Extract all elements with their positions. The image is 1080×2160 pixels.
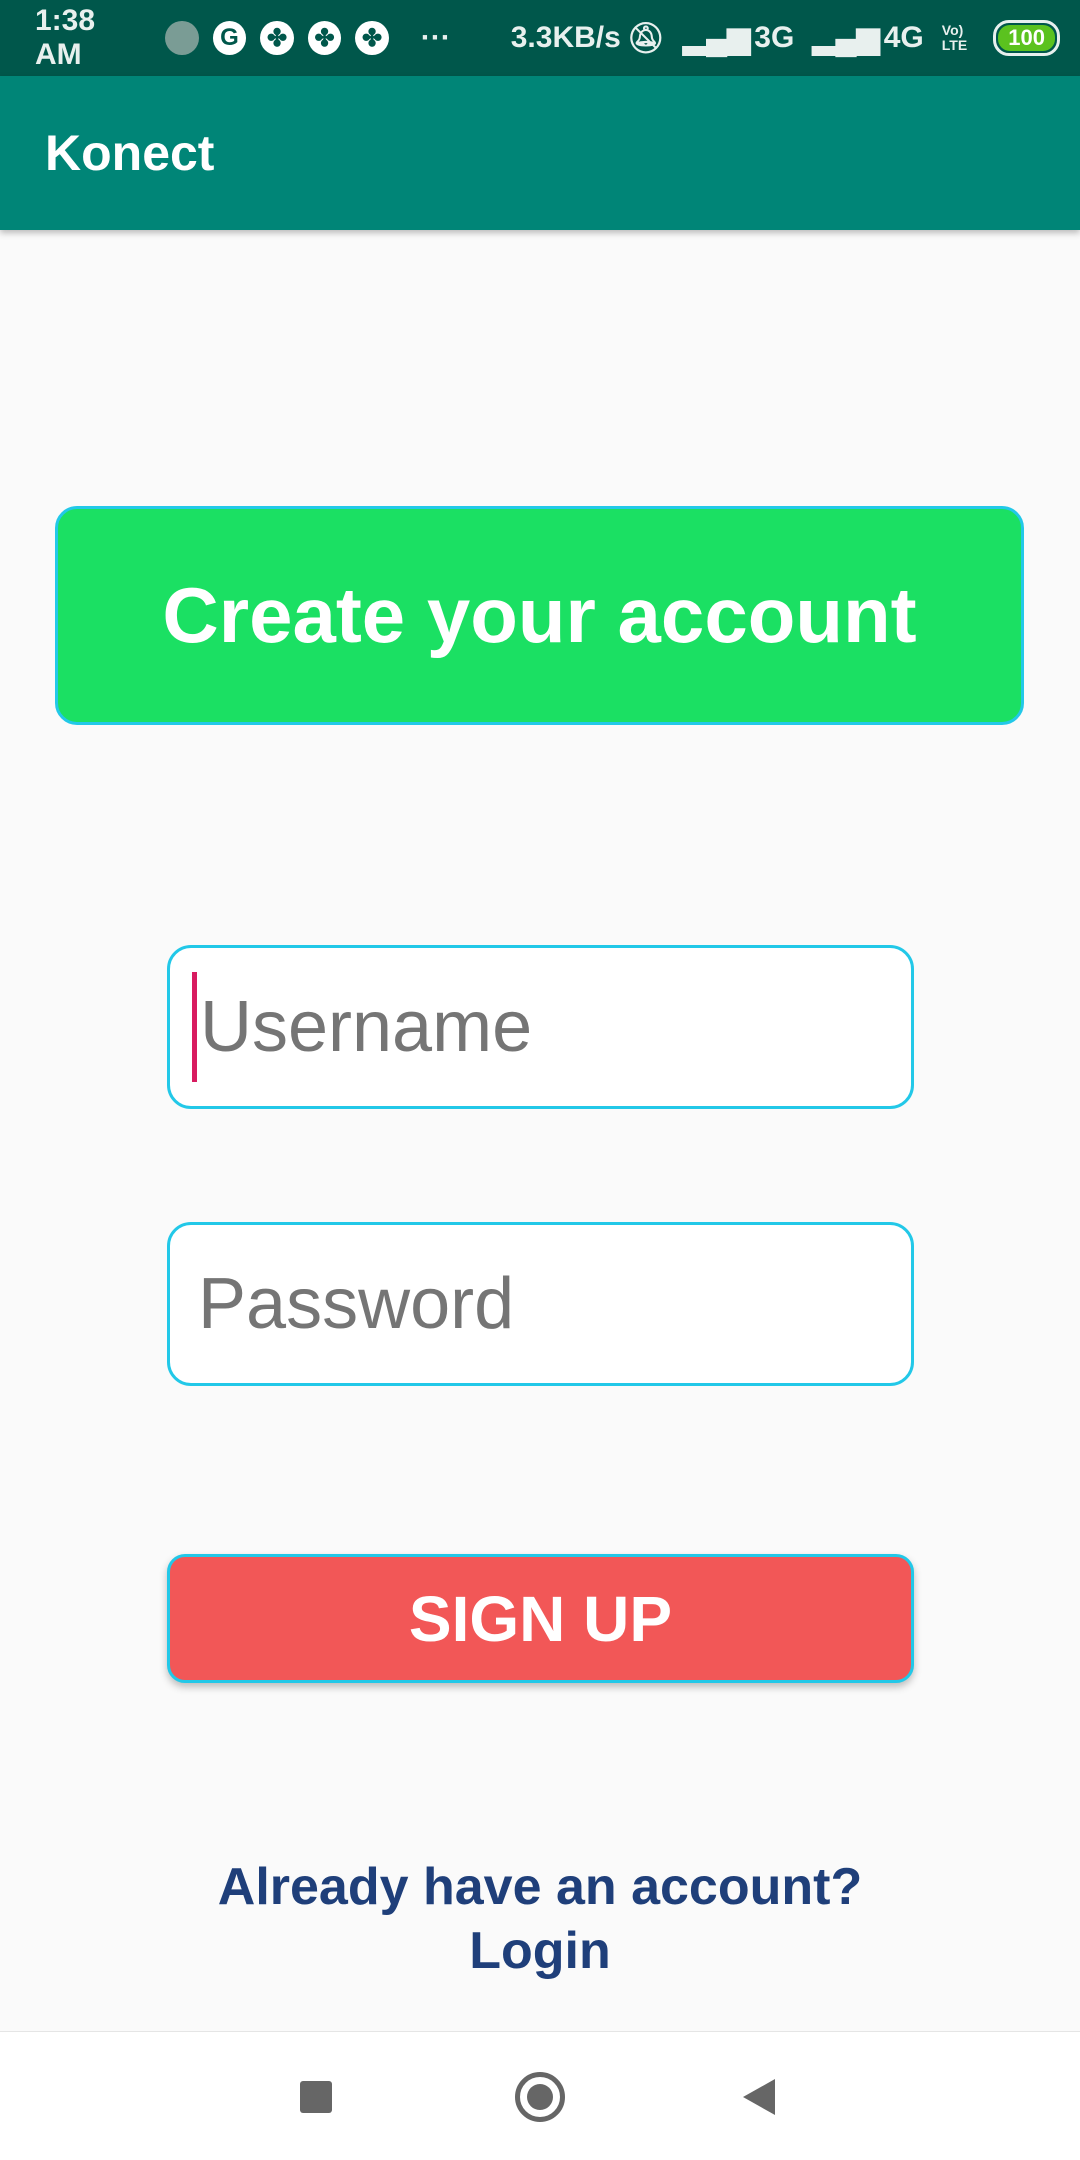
login-link[interactable]: Already have an account? Login (0, 1855, 1080, 1983)
back-button[interactable] (743, 2079, 775, 2115)
login-label: Login (469, 1922, 611, 1980)
status-time: 1:38 AM (35, 4, 96, 71)
volte-label: Vo) LTE (941, 22, 968, 53)
create-account-banner: Create your account (55, 506, 1024, 725)
recents-button[interactable] (300, 2081, 332, 2113)
more-icon: ··· (420, 21, 451, 54)
battery-icon: 100 (993, 20, 1060, 56)
network-speed: 3.3KB/s (510, 21, 621, 54)
banner-text: Create your account (162, 571, 917, 659)
app-notification-icon: ✤ (260, 21, 294, 55)
network-4g: 4G (883, 21, 924, 54)
password-input[interactable] (167, 1222, 914, 1386)
app-title: Konect (45, 125, 215, 181)
username-input[interactable] (167, 945, 914, 1109)
battery-level: 100 (998, 25, 1055, 51)
mute-icon: 🔕︎ (626, 21, 665, 55)
network-3g: 3G (754, 21, 795, 54)
app-notification-icon: ✤ (307, 21, 342, 55)
app-notification-icon: ✤ (355, 21, 389, 55)
google-icon: G (212, 21, 247, 55)
text-cursor (192, 972, 197, 1082)
login-prompt: Already have an account? (217, 1858, 863, 1916)
sync-icon (165, 21, 199, 55)
home-button[interactable] (515, 2072, 565, 2122)
sign-up-label: SIGN UP (408, 1582, 673, 1655)
status-bar: 1:38 AM G ✤ ✤ ✤ ··· 3.3KB/s 🔕︎ ▂▄▆ 3G ▂▄… (0, 0, 1080, 76)
signal-icon: ▂▄▆ (682, 21, 751, 55)
signal-icon: ▂▄▆ (812, 21, 880, 55)
navigation-bar (0, 2031, 1080, 2160)
app-bar: Konect (0, 76, 1080, 230)
sign-up-button[interactable]: SIGN UP (167, 1554, 914, 1683)
